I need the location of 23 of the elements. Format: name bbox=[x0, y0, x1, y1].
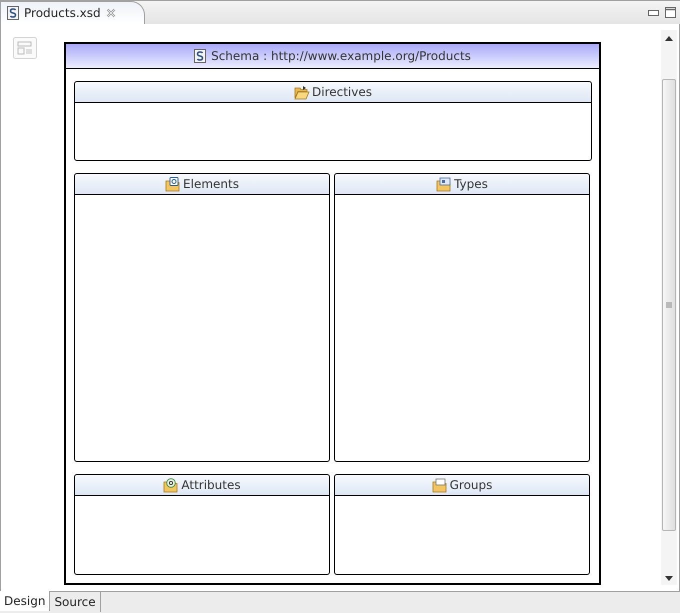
section-title: Directives bbox=[312, 84, 372, 101]
scroll-down-icon[interactable] bbox=[665, 576, 673, 581]
close-icon[interactable] bbox=[106, 8, 116, 18]
section-title: Attributes bbox=[181, 477, 241, 494]
section-title: Types bbox=[454, 176, 488, 193]
schema-file-icon bbox=[7, 6, 19, 20]
open-folder-icon bbox=[294, 84, 310, 100]
vertical-scrollbar[interactable] bbox=[661, 30, 677, 585]
schema-title: Schema : http://www.example.org/Products bbox=[211, 48, 471, 65]
type-folder-icon bbox=[436, 176, 452, 192]
element-folder-icon bbox=[165, 176, 182, 192]
grip-icon bbox=[666, 302, 672, 308]
section-title: Elements bbox=[183, 176, 239, 193]
scroll-up-icon[interactable] bbox=[665, 36, 673, 41]
page-tab[interactable]: Design bbox=[0, 591, 50, 611]
scrollbar-thumb[interactable] bbox=[662, 79, 676, 531]
group-folder-icon bbox=[432, 478, 448, 492]
section-title: Groups bbox=[450, 477, 492, 494]
editor-tab[interactable]: Products.xsd bbox=[0, 1, 145, 24]
attribute-folder-icon bbox=[163, 478, 180, 492]
schema-file-icon bbox=[194, 49, 206, 63]
maximize-icon[interactable] bbox=[665, 7, 676, 18]
minimize-icon[interactable] bbox=[648, 10, 659, 16]
